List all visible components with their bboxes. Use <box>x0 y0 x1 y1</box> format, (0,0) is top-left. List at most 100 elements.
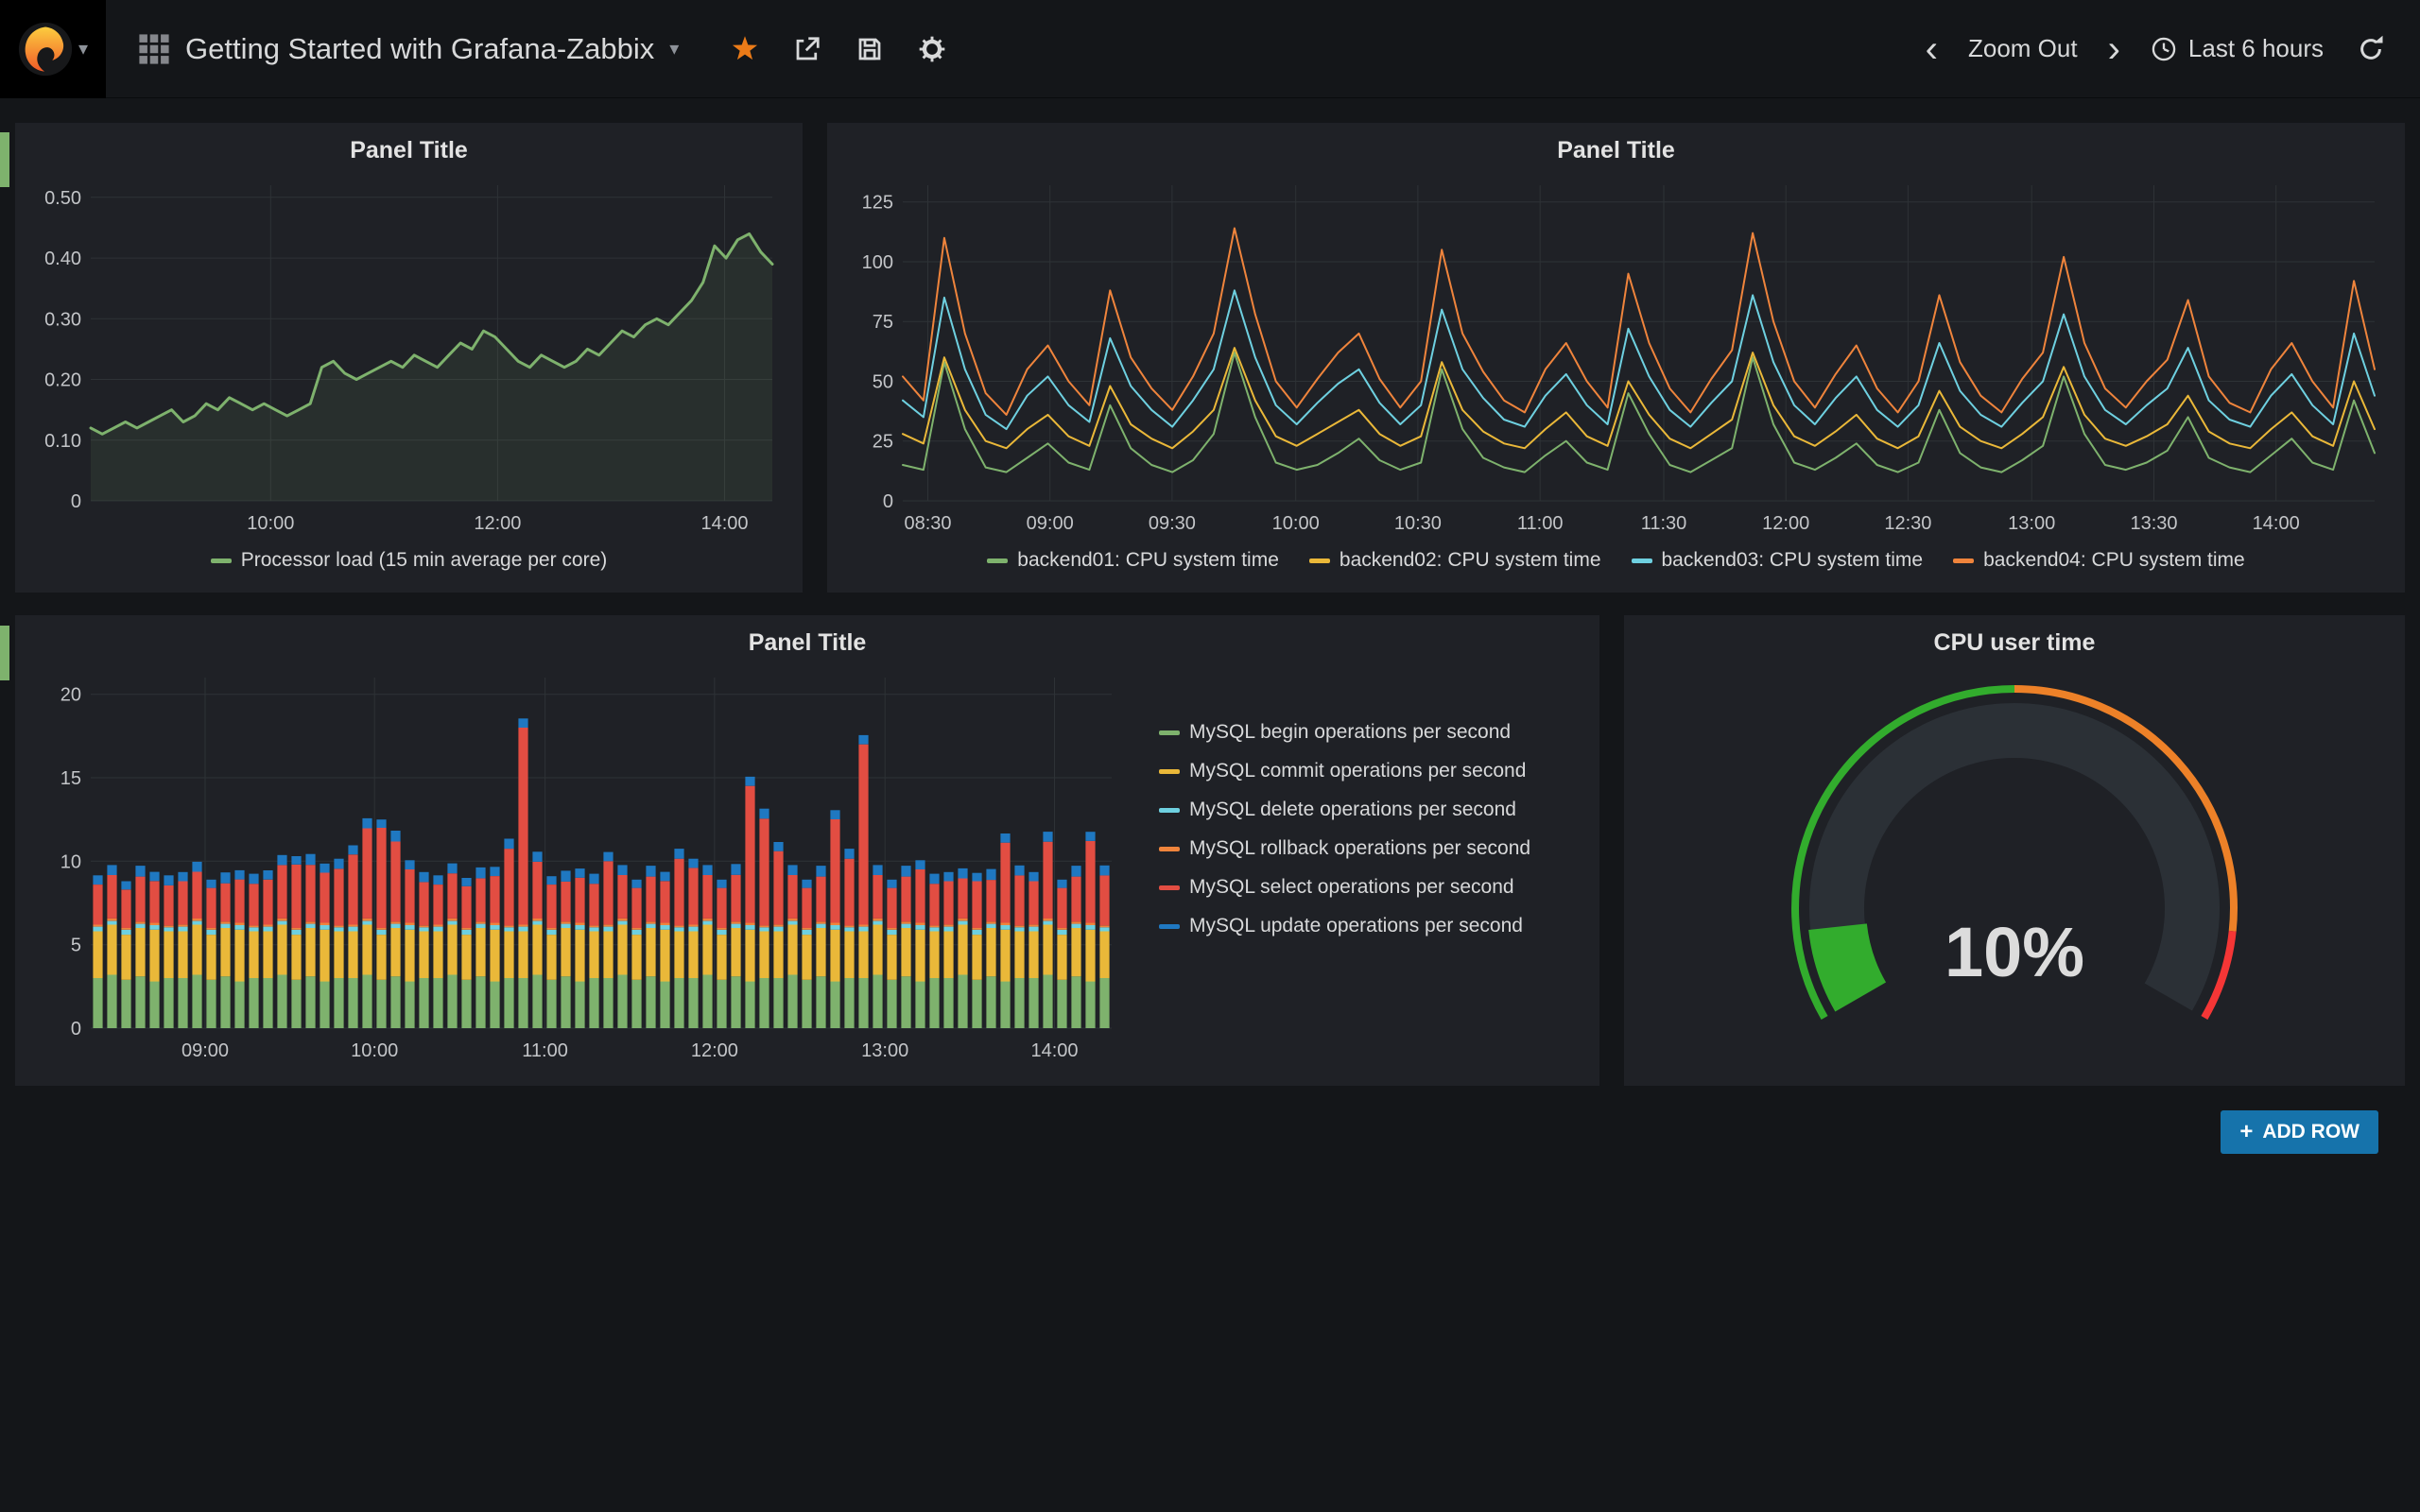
legend-marker <box>1953 558 1974 563</box>
time-forward-button[interactable]: › <box>2100 38 2128 60</box>
dashboard-actions <box>720 25 957 74</box>
dashboard-row-2: Panel Title 0510152009:0010:0011:0012:00… <box>15 615 2405 1086</box>
legend-item[interactable]: backend02: CPU system time <box>1309 549 1601 572</box>
legend-item[interactable]: MySQL commit operations per second <box>1159 760 1530 782</box>
cpu-system-time-chart[interactable]: 025507510012508:3009:0009:3010:0010:3011… <box>842 172 2390 539</box>
legend-label: MySQL commit operations per second <box>1189 760 1526 782</box>
row-handle[interactable] <box>0 132 9 187</box>
svg-text:5: 5 <box>71 936 81 956</box>
legend-marker <box>211 558 232 563</box>
panel-cpu-user-time: CPU user time 10% <box>1624 615 2405 1086</box>
zoom-out-label: Zoom Out <box>1968 34 2078 63</box>
caret-down-icon: ▾ <box>78 40 88 59</box>
legend-marker <box>1309 558 1330 563</box>
legend-item[interactable]: MySQL select operations per second <box>1159 876 1530 899</box>
caret-down-icon: ▾ <box>669 40 679 59</box>
svg-text:12:30: 12:30 <box>1884 513 1931 534</box>
refresh-button[interactable] <box>2346 25 2395 74</box>
svg-text:10: 10 <box>60 851 81 872</box>
svg-text:14:00: 14:00 <box>700 513 748 534</box>
svg-text:0.50: 0.50 <box>44 188 81 209</box>
refresh-icon <box>2357 35 2385 63</box>
zoom-out-button[interactable]: Zoom Out <box>1955 25 2091 73</box>
svg-text:09:00: 09:00 <box>1027 513 1074 534</box>
svg-text:0.30: 0.30 <box>44 309 81 330</box>
time-back-button[interactable]: ‹ <box>1918 38 1945 60</box>
legend-label: MySQL update operations per second <box>1189 915 1523 937</box>
share-button[interactable] <box>783 25 832 74</box>
svg-text:13:00: 13:00 <box>861 1040 908 1061</box>
legend-marker <box>1159 808 1180 813</box>
legend-item[interactable]: MySQL update operations per second <box>1159 915 1530 937</box>
save-icon <box>856 35 884 63</box>
legend-label: Processor load (15 min average per core) <box>241 549 608 572</box>
grafana-menu-button[interactable]: ▾ <box>0 0 106 98</box>
panel-title[interactable]: CPU user time <box>1624 615 2405 664</box>
svg-text:08:30: 08:30 <box>904 513 951 534</box>
add-row-label: ADD ROW <box>2262 1121 2360 1143</box>
panel-title[interactable]: Panel Title <box>15 123 803 172</box>
panel-title[interactable]: Panel Title <box>827 123 2405 172</box>
legend-label: backend01: CPU system time <box>1017 549 1279 572</box>
svg-text:0: 0 <box>71 1019 81 1040</box>
svg-text:50: 50 <box>873 372 893 393</box>
panel-title[interactable]: Panel Title <box>15 615 1599 664</box>
processor-load-chart[interactable]: 00.100.200.300.400.5010:0012:0014:00 <box>30 172 787 539</box>
legend-item[interactable]: backend03: CPU system time <box>1632 549 1924 572</box>
navbar: ▾ Getting Started with Grafana-Zabbix ▾ <box>0 0 2420 98</box>
time-range-label: Last 6 hours <box>2188 34 2324 63</box>
legend-label: backend02: CPU system time <box>1340 549 1601 572</box>
legend-marker <box>1632 558 1652 563</box>
legend-item[interactable]: MySQL begin operations per second <box>1159 721 1530 744</box>
time-controls: ‹ Zoom Out › Last 6 hours <box>1918 25 2395 74</box>
dashboard-row-1: Panel Title 0 0.10 0.20 0.30 0.40 0.50 10:00 12… <box>15 123 2405 593</box>
svg-text:10:00: 10:00 <box>351 1040 398 1061</box>
svg-text:100: 100 <box>862 252 893 273</box>
svg-text:13:00: 13:00 <box>2008 513 2055 534</box>
legend-item[interactable]: Processor load (15 min average per core) <box>211 549 608 572</box>
legend-item[interactable]: backend01: CPU system time <box>987 549 1279 572</box>
legend-label: MySQL select operations per second <box>1189 876 1514 899</box>
legend-label: MySQL rollback operations per second <box>1189 837 1530 860</box>
svg-text:12:00: 12:00 <box>1762 513 1809 534</box>
mysql-operations-chart[interactable]: 0510152009:0010:0011:0012:0013:0014:00 <box>30 664 1127 1066</box>
svg-text:10:00: 10:00 <box>1272 513 1320 534</box>
svg-text:14:00: 14:00 <box>1030 1040 1078 1061</box>
chart-legend: MySQL begin operations per second MySQL c… <box>1142 664 1540 1071</box>
save-button[interactable] <box>845 25 894 74</box>
time-picker-button[interactable]: Last 6 hours <box>2137 25 2337 73</box>
svg-text:10:30: 10:30 <box>1394 513 1442 534</box>
legend-marker <box>1159 847 1180 851</box>
svg-text:0.20: 0.20 <box>44 370 81 391</box>
star-button[interactable] <box>720 25 769 74</box>
dashboard-grid-icon <box>138 33 170 65</box>
row-handle[interactable] <box>0 626 9 680</box>
dashboard-title-dropdown[interactable]: Getting Started with Grafana-Zabbix ▾ <box>138 32 679 66</box>
svg-text:0.40: 0.40 <box>44 249 81 269</box>
svg-text:12:00: 12:00 <box>691 1040 738 1061</box>
svg-text:0: 0 <box>883 491 893 512</box>
panel-cpu-system-time: Panel Title 025507510012508:3009:0009:30… <box>827 123 2405 593</box>
legend-item[interactable]: backend04: CPU system time <box>1953 549 2245 572</box>
svg-text:10%: 10% <box>1945 913 2084 991</box>
grafana-logo-icon <box>18 22 73 77</box>
chevron-left-icon: ‹ <box>1926 28 1938 70</box>
svg-text:0: 0 <box>71 491 81 512</box>
clock-icon <box>2151 36 2177 62</box>
settings-button[interactable] <box>908 25 957 74</box>
legend-marker <box>1159 769 1180 774</box>
legend-item[interactable]: MySQL rollback operations per second <box>1159 837 1530 860</box>
legend-label: MySQL begin operations per second <box>1189 721 1511 744</box>
svg-text:15: 15 <box>60 768 81 789</box>
dashboard-title: Getting Started with Grafana-Zabbix <box>185 32 654 66</box>
legend-marker <box>1159 924 1180 929</box>
chevron-right-icon: › <box>2108 28 2120 70</box>
svg-text:0.10: 0.10 <box>44 431 81 452</box>
dashboard-body: Panel Title 0 0.10 0.20 0.30 0.40 0.50 10:00 12… <box>0 98 2420 1154</box>
panel-mysql-operations: Panel Title 0510152009:0010:0011:0012:00… <box>15 615 1599 1086</box>
svg-text:125: 125 <box>862 193 893 214</box>
legend-item[interactable]: MySQL delete operations per second <box>1159 799 1530 821</box>
gear-icon <box>917 34 947 64</box>
add-row-button[interactable]: + ADD ROW <box>2221 1110 2378 1154</box>
legend-marker <box>1159 885 1180 890</box>
